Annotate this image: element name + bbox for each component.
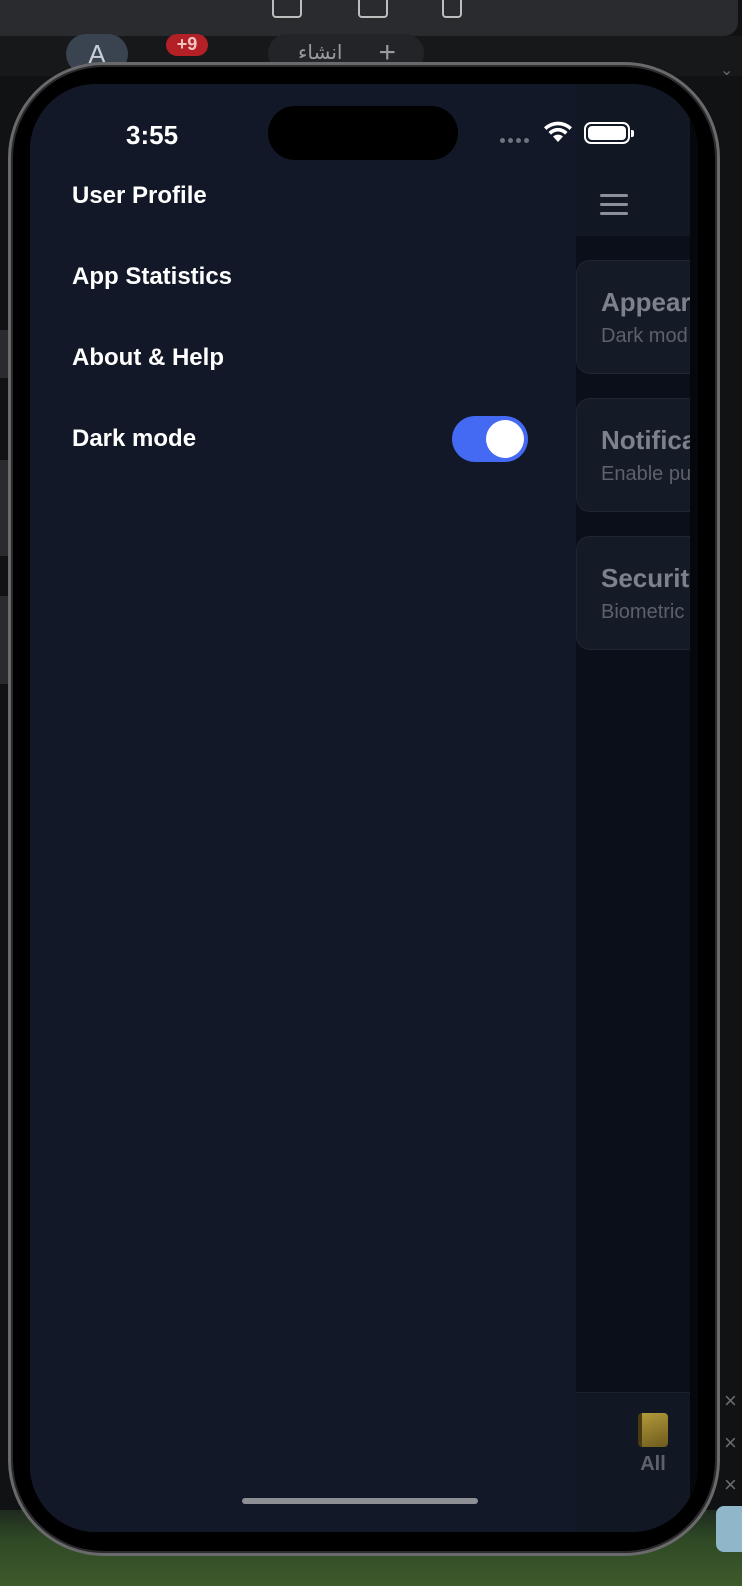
battery-icon: [584, 122, 634, 144]
drawer-item-about-help[interactable]: About & Help: [72, 328, 542, 388]
tab-all[interactable]: All: [628, 1413, 678, 1483]
setting-card-title: Notifica: [601, 425, 697, 455]
dark-mode-toggle[interactable]: [452, 416, 528, 462]
setting-card-subtitle: Dark mod: [601, 325, 688, 347]
drawer-item-label: App Statistics: [72, 263, 233, 290]
setting-card-security[interactable]: Security Biometric: [576, 536, 698, 650]
close-icon[interactable]: ×: [724, 1472, 737, 1498]
cellular-signal-icon: [500, 136, 536, 144]
status-time: 3:55: [126, 120, 179, 150]
setting-card-title: Appeara: [601, 287, 698, 317]
hamburger-menu-icon[interactable]: [600, 194, 630, 216]
notification-badge[interactable]: +9: [166, 34, 208, 56]
host-dock-item[interactable]: [716, 1506, 742, 1552]
screenshot-icon[interactable]: [358, 0, 388, 18]
rotate-icon[interactable]: [442, 0, 462, 18]
dark-mode-label: Dark mode: [72, 425, 197, 452]
setting-card-title: Security: [601, 563, 698, 593]
drawer-item-app-statistics[interactable]: App Statistics: [72, 247, 542, 307]
side-drawer: User Profile App Statistics About & Help…: [30, 84, 576, 1532]
setting-card-notifications[interactable]: Notifica Enable pu: [576, 398, 698, 512]
setting-card-subtitle: Enable pu: [601, 463, 692, 485]
close-icon[interactable]: ×: [724, 1430, 737, 1456]
status-bar: 3:55: [30, 84, 698, 174]
drawer-item-label: User Profile: [72, 182, 207, 209]
tab-all-label: All: [640, 1453, 666, 1475]
wifi-icon: [544, 121, 572, 142]
simulator-toolbar: [0, 0, 738, 36]
phone-screen: Appeara Dark mod Notifica Enable pu Secu…: [30, 84, 698, 1532]
drawer-item-label: About & Help: [72, 344, 224, 371]
create-button-label: انشاء: [298, 42, 343, 64]
home-icon[interactable]: [272, 0, 302, 18]
dynamic-island: [268, 106, 458, 160]
screen-edge: [690, 84, 698, 1532]
setting-card-subtitle: Biometric: [601, 601, 685, 623]
setting-card-appearance[interactable]: Appeara Dark mod: [576, 260, 698, 374]
drawer-item-user-profile[interactable]: User Profile: [72, 166, 542, 226]
chevron-down-icon[interactable]: ⌄: [720, 60, 733, 80]
notebook-icon: [638, 1413, 668, 1447]
toggle-knob: [486, 420, 524, 458]
close-icon[interactable]: ×: [724, 1388, 737, 1414]
home-indicator[interactable]: [242, 1498, 478, 1504]
